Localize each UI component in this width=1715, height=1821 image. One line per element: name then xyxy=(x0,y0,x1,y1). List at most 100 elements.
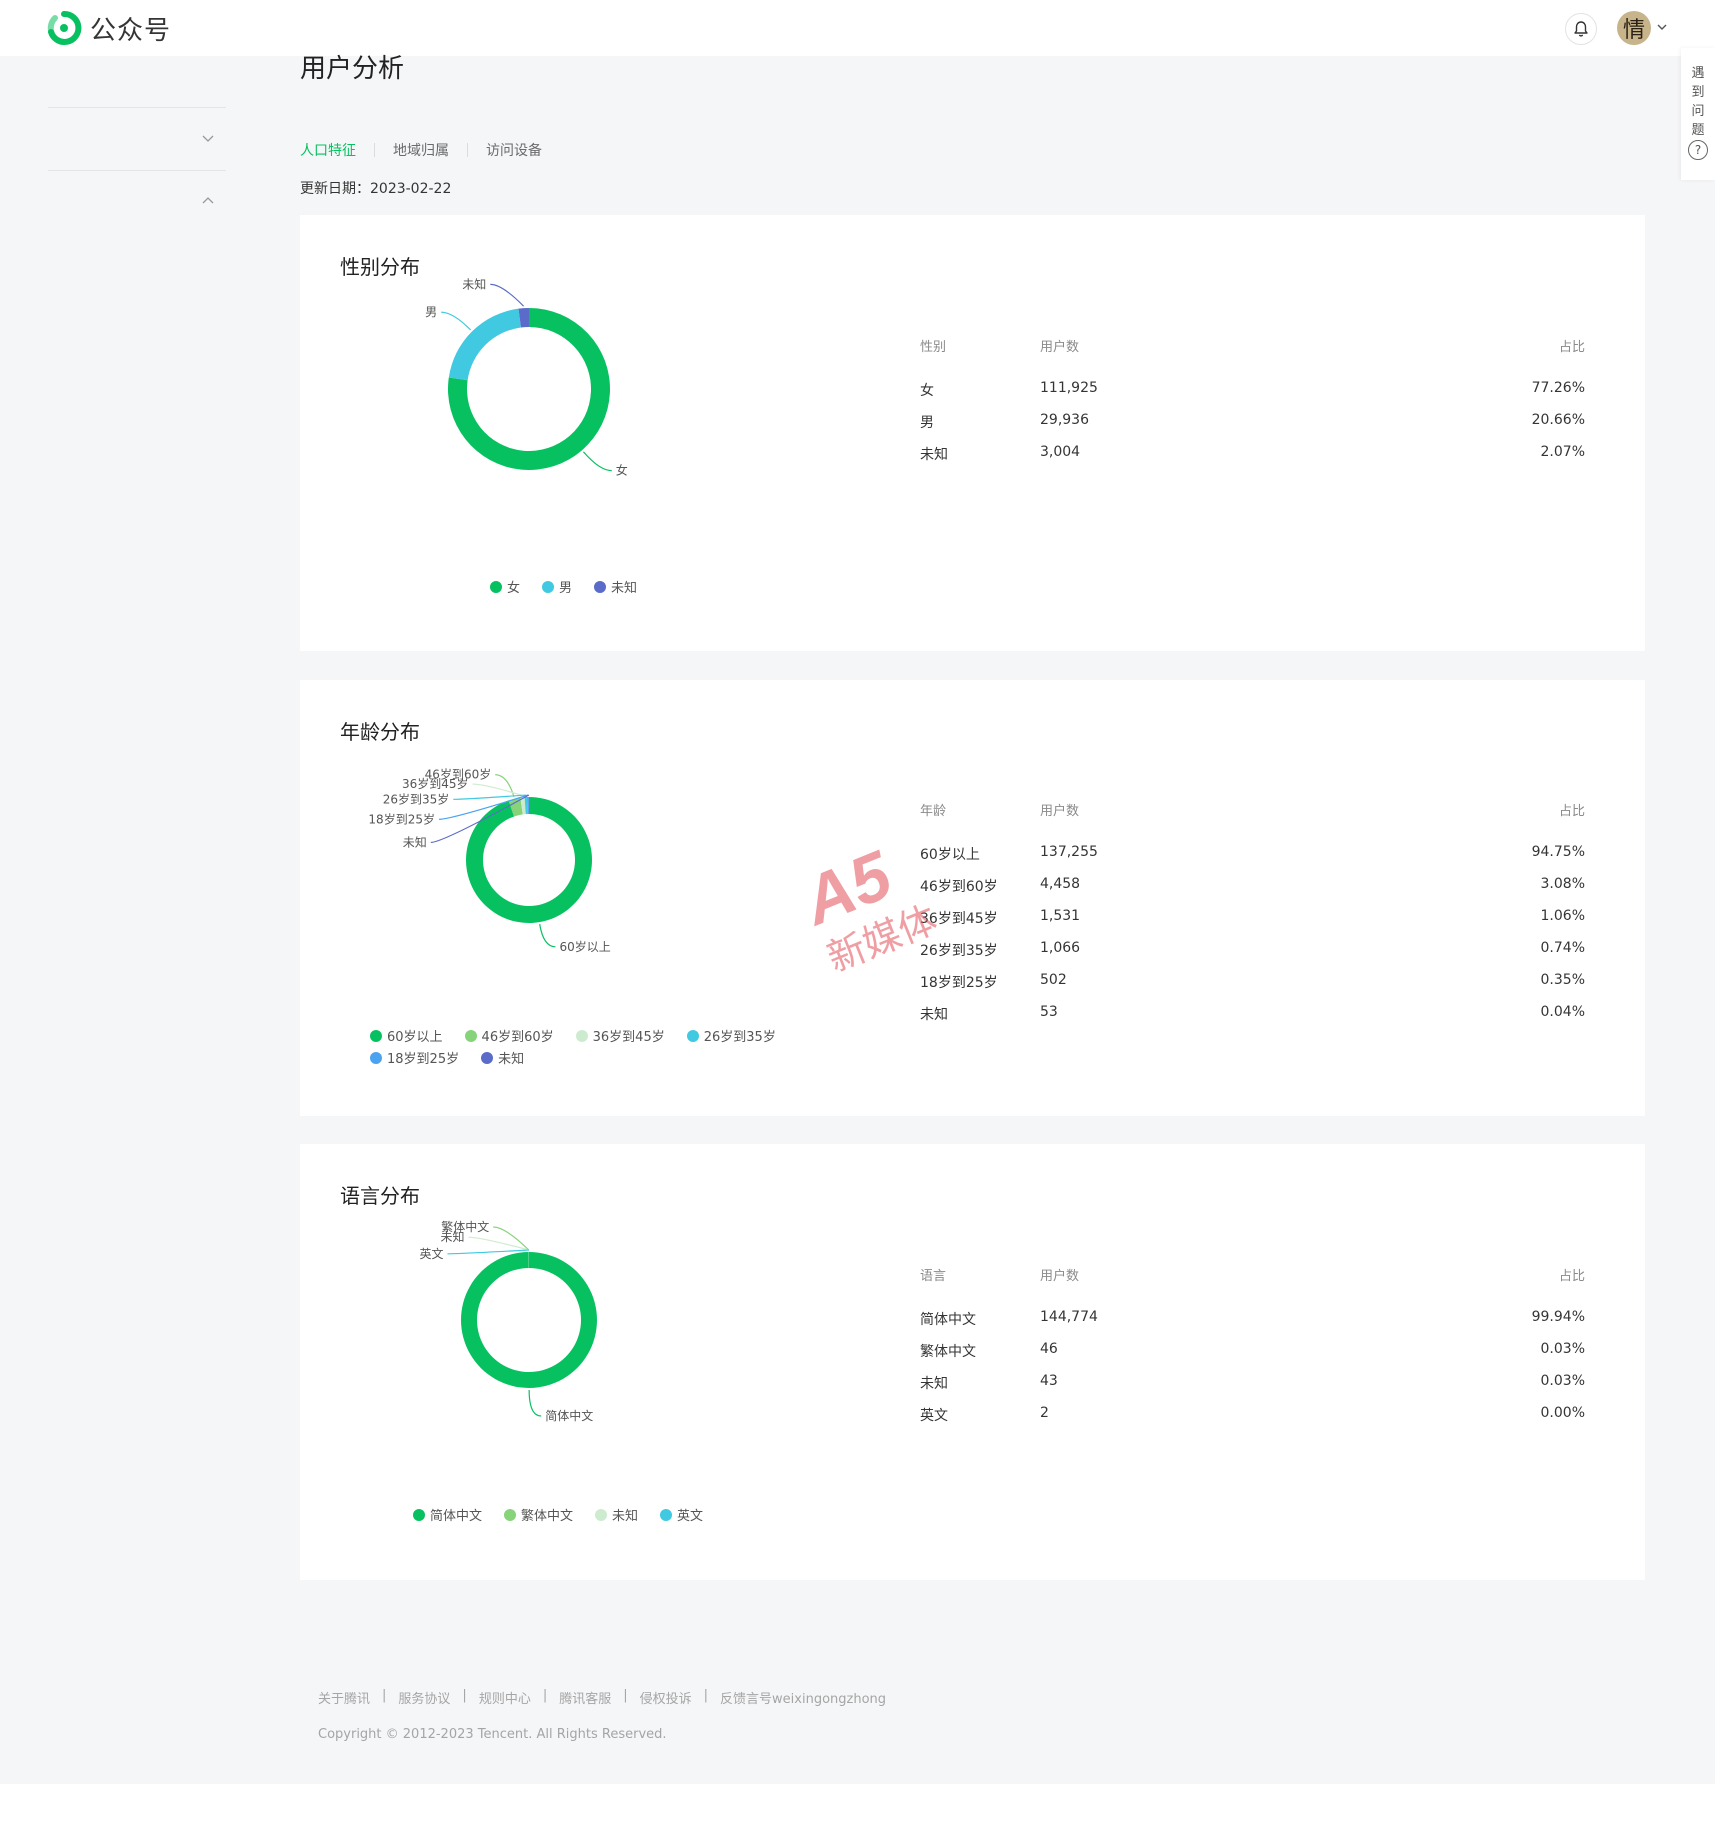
row-count: 53 xyxy=(1040,1004,1058,1020)
legend-item[interactable]: 46岁到60岁 xyxy=(464,1026,554,1045)
donut-slice[interactable] xyxy=(460,1252,597,1388)
language-table: 语言 用户数 占比 简体中文 144,774 99.94% 繁体中文 46 0.03% … xyxy=(920,1265,1585,1437)
donut-slice[interactable] xyxy=(465,797,592,923)
copyright: Copyright © 2012-2023 Tencent. All Right… xyxy=(318,1727,667,1742)
tab-region[interactable]: 地域归属 xyxy=(393,140,449,160)
row-percent: 0.35% xyxy=(1540,972,1585,988)
table-row: 60岁以上 137,255 94.75% xyxy=(920,844,1585,876)
age-table: 年龄 用户数 占比 60岁以上 137,255 94.75% 46岁到60岁 4,45… xyxy=(920,800,1585,1036)
footer-link-complaints[interactable]: 侵权投诉 xyxy=(640,1688,692,1707)
help-tab-label: 遇到问题 xyxy=(1691,66,1705,138)
help-tab[interactable]: 遇到问题 ? xyxy=(1681,48,1715,180)
legend-item[interactable]: 18岁到25岁 xyxy=(370,1048,459,1067)
slice-label: 未知 xyxy=(440,1230,464,1244)
leader-line xyxy=(490,283,525,307)
legend-dot-icon xyxy=(464,1029,477,1042)
legend-label: 未知 xyxy=(611,581,638,596)
legend-item[interactable]: 男 xyxy=(542,577,572,596)
row-percent: 0.03% xyxy=(1540,1341,1585,1357)
row-percent: 0.00% xyxy=(1540,1405,1585,1421)
legend-item[interactable]: 36岁到45岁 xyxy=(575,1026,665,1045)
row-label: 女 xyxy=(920,383,934,399)
tab-devices[interactable]: 访问设备 xyxy=(486,140,542,160)
footer-link-terms[interactable]: 服务协议 xyxy=(398,1688,450,1707)
legend-item[interactable]: 英文 xyxy=(660,1505,703,1524)
row-percent: 99.94% xyxy=(1531,1309,1585,1325)
row-count: 4,458 xyxy=(1040,876,1081,892)
avatar[interactable]: 情 xyxy=(1617,11,1651,45)
row-percent: 0.04% xyxy=(1540,1004,1585,1020)
slice-label: 未知 xyxy=(403,835,427,849)
legend-label: 未知 xyxy=(498,1052,525,1067)
leader-line xyxy=(495,774,515,797)
gender-legend: 女 男 未知 xyxy=(490,577,770,599)
legend-label: 男 xyxy=(559,581,573,596)
slice-label: 未知 xyxy=(462,277,486,291)
chevron-down-icon[interactable] xyxy=(200,130,216,146)
legend-item[interactable]: 未知 xyxy=(594,577,637,596)
table-row: 36岁到45岁 1,531 1.06% xyxy=(920,908,1585,940)
table-row: 26岁到35岁 1,066 0.74% xyxy=(920,940,1585,972)
gender-table: 性别 用户数 占比 女 111,925 77.26% 男 29,936 20.66% 未… xyxy=(920,336,1585,476)
column-header: 年龄 xyxy=(920,804,947,819)
slice-label: 60岁以上 xyxy=(559,939,610,954)
legend-dot-icon xyxy=(504,1508,517,1521)
footer-separator: | xyxy=(703,1688,709,1703)
leader-line xyxy=(472,783,523,796)
row-percent: 2.07% xyxy=(1540,444,1585,460)
app-name: 公众号 xyxy=(90,15,172,46)
column-header: 性别 xyxy=(920,340,947,355)
table-row: 女 111,925 77.26% xyxy=(920,380,1585,412)
column-header: 用户数 xyxy=(1040,340,1080,355)
tab-divider xyxy=(467,143,468,157)
footer-link-support[interactable]: 腾讯客服 xyxy=(559,1688,611,1707)
footer-separator: | xyxy=(462,1688,467,1703)
gender-card: 性别分布 女男未知 女男未知 性别 用户数 占比 女 111,925 77.26% … xyxy=(300,215,1645,651)
column-header: 用户数 xyxy=(1040,804,1080,819)
legend-label: 女 xyxy=(507,581,521,596)
logo[interactable]: 公众号 xyxy=(46,10,171,46)
slice-label: 26岁到35岁 xyxy=(383,791,450,806)
footer-separator: | xyxy=(542,1688,548,1703)
table-row: 未知 3,004 2.07% xyxy=(920,444,1585,476)
legend-label: 36岁到45岁 xyxy=(592,1030,665,1045)
legend-item[interactable]: 26岁到35岁 xyxy=(686,1026,776,1045)
table-header: 年龄 用户数 占比 xyxy=(920,800,1585,820)
table-header: 语言 用户数 占比 xyxy=(920,1265,1585,1285)
legend-item[interactable]: 简体中文 xyxy=(413,1505,482,1524)
footer-link-feedback[interactable]: 反馈言号weixingongzhong xyxy=(720,1688,886,1707)
row-count: 3,004 xyxy=(1040,444,1081,460)
legend-dot-icon xyxy=(370,1029,382,1042)
legend-label: 60岁以上 xyxy=(387,1030,443,1045)
legend-label: 简体中文 xyxy=(430,1509,483,1524)
leader-line xyxy=(539,924,556,948)
leader-line xyxy=(441,311,472,331)
notification-button[interactable] xyxy=(1565,13,1597,45)
row-label: 男 xyxy=(920,415,934,431)
legend-item[interactable]: 未知 xyxy=(481,1048,524,1067)
chevron-up-icon[interactable] xyxy=(200,193,216,209)
tab-demographics[interactable]: 人口特征 xyxy=(300,140,356,160)
sidebar-divider xyxy=(48,170,226,171)
row-percent: 0.03% xyxy=(1540,1373,1585,1389)
legend-label: 未知 xyxy=(612,1509,639,1524)
legend-item[interactable]: 繁体中文 xyxy=(504,1505,573,1524)
question-circle-icon: ? xyxy=(1688,140,1708,160)
row-count: 1,066 xyxy=(1040,940,1081,956)
legend-item[interactable]: 60岁以上 xyxy=(370,1026,443,1045)
legend-item[interactable]: 未知 xyxy=(595,1505,638,1524)
footer-link-rules[interactable]: 规则中心 xyxy=(479,1688,531,1707)
table-row: 繁体中文 46 0.03% xyxy=(920,1341,1585,1373)
legend-dot-icon xyxy=(660,1508,673,1521)
legend-label: 英文 xyxy=(677,1509,704,1524)
legend-item[interactable]: 女 xyxy=(490,577,520,596)
wechat-official-account-logo-icon xyxy=(47,10,82,45)
update-date-label: 更新日期： xyxy=(300,181,370,197)
row-count: 2 xyxy=(1040,1405,1049,1421)
legend-dot-icon xyxy=(575,1029,588,1042)
slice-label: 简体中文 xyxy=(545,1408,593,1423)
language-card: 语言分布 简体中文 繁体中文 未知 英文 简体中文 繁体中文 未知 英文 语言 用户数 占比… xyxy=(300,1144,1645,1580)
row-label: 未知 xyxy=(920,1376,948,1392)
chevron-down-icon[interactable] xyxy=(1655,20,1669,34)
footer-link-about[interactable]: 关于腾讯 xyxy=(318,1688,370,1707)
